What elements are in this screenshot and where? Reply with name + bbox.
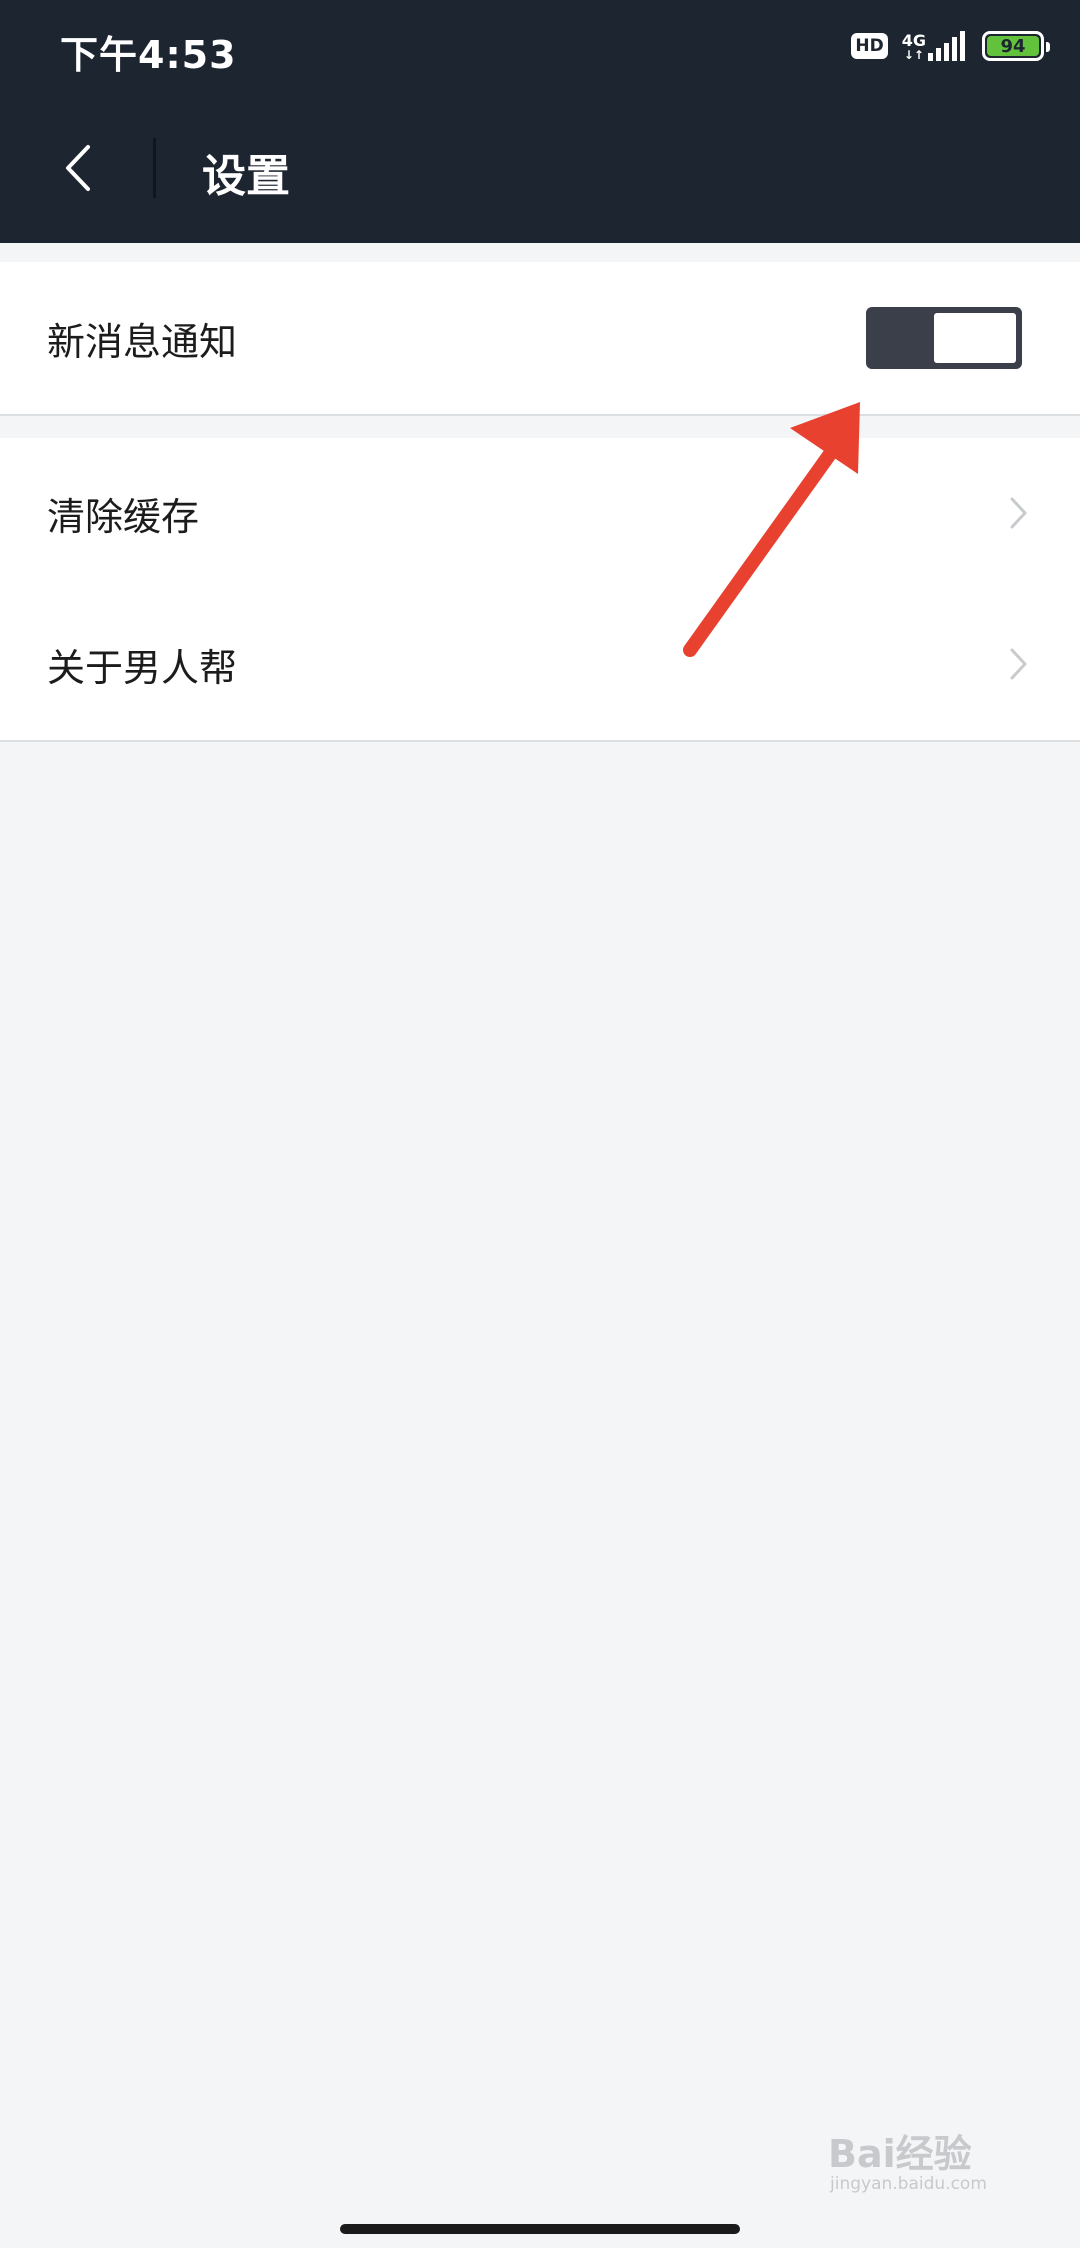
settings-group: 清除缓存 关于男人帮 bbox=[0, 438, 1080, 742]
notification-group: 新消息通知 bbox=[0, 262, 1080, 416]
network-type: 4G bbox=[901, 31, 926, 50]
notifications-label: 新消息通知 bbox=[47, 319, 238, 364]
chevron-right-icon bbox=[1003, 644, 1033, 684]
watermark-main: Bai经验 bbox=[828, 2132, 972, 2176]
clear-cache-label: 清除缓存 bbox=[47, 494, 200, 539]
cellular-signal: 4G ↓↑ bbox=[902, 31, 968, 61]
baidu-jingyan-watermark: Bai经验 jingyan.baidu.com bbox=[828, 2134, 987, 2194]
about-label: 关于男人帮 bbox=[47, 645, 238, 690]
watermark-url: jingyan.baidu.com bbox=[830, 2174, 987, 2194]
app-header: 下午4:53 HD 4G ↓↑ 94 设置 bbox=[0, 0, 1080, 243]
battery-level: 94 bbox=[1000, 35, 1026, 57]
notifications-toggle[interactable] bbox=[866, 307, 1022, 369]
status-time: 下午4:53 bbox=[60, 33, 237, 77]
back-button[interactable] bbox=[48, 128, 108, 208]
hd-badge: HD bbox=[851, 33, 888, 59]
nav-divider bbox=[153, 138, 156, 198]
settings-row-notifications: 新消息通知 bbox=[0, 262, 1080, 414]
settings-row-clear-cache[interactable]: 清除缓存 bbox=[0, 438, 1080, 588]
status-icons: HD 4G ↓↑ 94 bbox=[851, 26, 1050, 66]
chevron-right-icon bbox=[1003, 493, 1033, 533]
home-indicator[interactable] bbox=[340, 2224, 740, 2234]
battery-icon: 94 bbox=[982, 31, 1050, 61]
settings-row-about[interactable]: 关于男人帮 bbox=[0, 588, 1080, 740]
signal-bars-icon bbox=[928, 31, 965, 61]
chevron-left-icon bbox=[66, 145, 90, 191]
page-title: 设置 bbox=[202, 151, 290, 202]
data-activity-icon: ↓↑ bbox=[903, 48, 924, 62]
toggle-knob bbox=[934, 313, 1016, 363]
